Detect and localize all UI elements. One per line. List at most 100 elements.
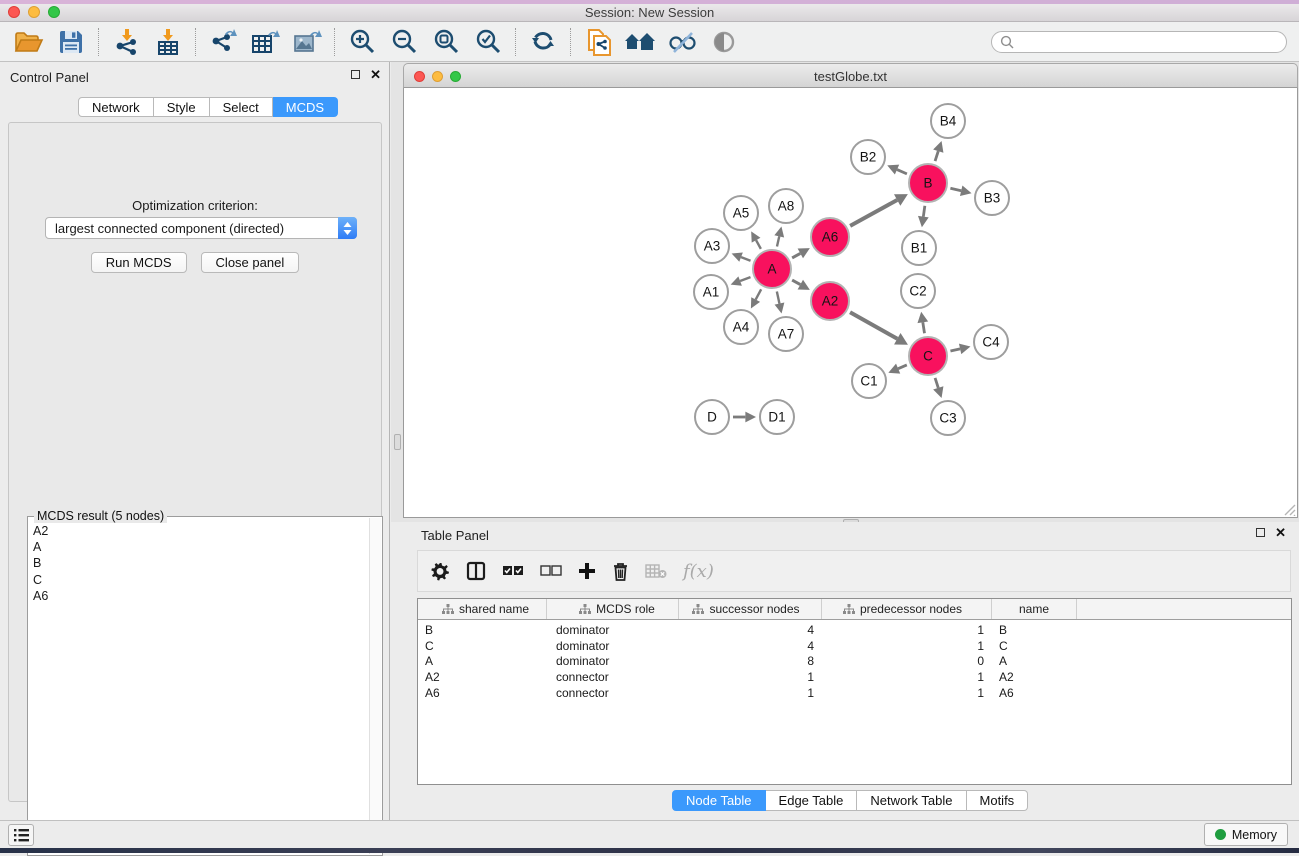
mcds-result-list[interactable]: A2 A B C A6 xyxy=(30,523,368,853)
table-settings-button[interactable] xyxy=(430,556,450,586)
import-table-icon xyxy=(154,28,182,56)
zoom-fit-button[interactable] xyxy=(425,25,467,59)
result-item[interactable]: C xyxy=(33,572,368,588)
deselect-all-columns-button[interactable] xyxy=(540,556,562,586)
function-builder-button-disabled: f(x) xyxy=(683,556,714,586)
refresh-button[interactable] xyxy=(522,25,564,59)
table-row[interactable]: Bdominator41B xyxy=(418,622,1291,638)
graph-node-label: A2 xyxy=(822,294,839,309)
tab-mcds[interactable]: MCDS xyxy=(273,97,338,117)
zoom-in-button[interactable] xyxy=(341,25,383,59)
network-window-titlebar[interactable]: testGlobe.txt xyxy=(403,63,1298,88)
status-bar: Memory xyxy=(0,820,1299,848)
close-panel-button[interactable]: Close panel xyxy=(201,252,300,273)
show-all-windows-button[interactable] xyxy=(619,25,661,59)
memory-button[interactable]: Memory xyxy=(1204,823,1288,846)
search-icon xyxy=(1000,35,1014,49)
result-item[interactable]: A6 xyxy=(33,588,368,604)
close-table-panel-icon[interactable]: ✕ xyxy=(1275,527,1286,538)
tab-motifs[interactable]: Motifs xyxy=(967,790,1029,811)
tab-network-table[interactable]: Network Table xyxy=(857,790,966,811)
tab-network[interactable]: Network xyxy=(78,97,154,117)
graph-node-label: A4 xyxy=(733,320,750,335)
graph-node-label: A1 xyxy=(703,285,720,300)
vertical-splitter-handle[interactable] xyxy=(394,434,401,450)
network-desktop: testGlobe.txt B4B2BB3A5A8A6B1A3AC2A1A2A4… xyxy=(391,62,1299,820)
delete-table-button-disabled xyxy=(645,556,667,586)
zoom-in-icon xyxy=(348,28,376,56)
table-row[interactable]: Cdominator41C xyxy=(418,638,1291,654)
search-field[interactable] xyxy=(991,31,1287,53)
zoom-out-icon xyxy=(390,28,418,56)
application-window: Session: New Session xyxy=(0,0,1299,853)
control-panel-header: Control Panel ✕ xyxy=(0,62,389,90)
task-history-button[interactable] xyxy=(8,824,34,846)
column-header-shared-name[interactable]: shared name xyxy=(418,599,547,619)
unchecked-boxes-icon xyxy=(540,565,562,577)
import-network-button[interactable] xyxy=(105,25,147,59)
graph-node-label: A xyxy=(767,262,776,277)
table-row[interactable]: A2connector11A2 xyxy=(418,669,1291,685)
float-table-panel-icon[interactable] xyxy=(1256,528,1265,537)
open-file-button[interactable] xyxy=(8,25,50,59)
column-header-name[interactable]: name xyxy=(992,599,1077,619)
table-row[interactable]: Adominator80A xyxy=(418,654,1291,670)
close-panel-icon[interactable]: ✕ xyxy=(370,69,381,80)
graph-node-label: C1 xyxy=(860,374,877,389)
create-column-button[interactable] xyxy=(578,556,596,586)
tab-style[interactable]: Style xyxy=(154,97,210,117)
show-columns-button[interactable] xyxy=(466,556,486,586)
column-type-icon xyxy=(579,604,591,615)
export-table-button[interactable] xyxy=(244,25,286,59)
export-image-button[interactable] xyxy=(286,25,328,59)
zoom-selected-button[interactable] xyxy=(467,25,509,59)
select-all-columns-button[interactable] xyxy=(502,556,524,586)
table-body: Bdominator41B Cdominator41C Adominator80… xyxy=(418,620,1291,701)
network-canvas[interactable]: B4B2BB3A5A8A6B1A3AC2A1A2A4A7C4CC1DD1C3 xyxy=(403,88,1298,518)
result-scrollbar[interactable] xyxy=(369,518,381,854)
export-network-button[interactable] xyxy=(202,25,244,59)
toolbar-separator xyxy=(195,28,196,56)
graph-node-label: B2 xyxy=(860,150,877,165)
run-mcds-button[interactable]: Run MCDS xyxy=(91,252,187,273)
tab-select[interactable]: Select xyxy=(210,97,273,117)
column-header-successor-nodes[interactable]: successor nodes xyxy=(679,599,822,619)
table-toolbar: f(x) xyxy=(417,550,1291,592)
tab-edge-table[interactable]: Edge Table xyxy=(766,790,858,811)
hide-glasses-button[interactable] xyxy=(661,25,703,59)
graph-node-label: C xyxy=(923,349,933,364)
criterion-value: largest connected component (directed) xyxy=(46,221,338,236)
zoom-selected-icon xyxy=(474,28,502,56)
column-header-predecessor-nodes[interactable]: predecessor nodes xyxy=(822,599,992,619)
result-item[interactable]: B xyxy=(33,555,368,571)
table-row[interactable]: A6connector11A6 xyxy=(418,685,1291,701)
table-tabs: Node Table Edge Table Network Table Moti… xyxy=(672,790,1028,811)
bird-eye-view-button[interactable] xyxy=(703,25,745,59)
tab-node-table[interactable]: Node Table xyxy=(672,790,766,811)
network-snapshot-button[interactable] xyxy=(577,25,619,59)
float-panel-icon[interactable] xyxy=(351,70,360,79)
save-session-button[interactable] xyxy=(50,25,92,59)
control-panel-title: Control Panel xyxy=(10,70,89,85)
zoom-out-button[interactable] xyxy=(383,25,425,59)
network-graph[interactable]: B4B2BB3A5A8A6B1A3AC2A1A2A4A7C4CC1DD1C3 xyxy=(404,88,1297,516)
graph-node-label: C3 xyxy=(939,411,956,426)
search-input[interactable] xyxy=(1014,35,1278,49)
resize-grip-icon[interactable] xyxy=(1282,502,1296,516)
import-network-icon xyxy=(112,28,140,56)
result-item[interactable]: A2 xyxy=(33,523,368,539)
delete-column-button[interactable] xyxy=(612,556,629,586)
graph-node-label: A8 xyxy=(778,199,795,214)
criterion-dropdown[interactable]: largest connected component (directed) xyxy=(45,217,357,239)
column-type-icon xyxy=(843,604,855,615)
result-item[interactable]: A xyxy=(33,539,368,555)
control-panel-tabbar: Network Style Select MCDS xyxy=(78,97,338,117)
export-table-icon xyxy=(250,28,280,56)
import-table-button[interactable] xyxy=(147,25,189,59)
plus-icon xyxy=(578,562,596,580)
table-panel: Table Panel ✕ xyxy=(391,522,1299,820)
graph-node-label: B4 xyxy=(940,114,957,129)
refresh-icon xyxy=(530,29,556,55)
toolbar-separator xyxy=(98,28,99,56)
column-header-mcds-role[interactable]: MCDS role xyxy=(547,599,679,619)
